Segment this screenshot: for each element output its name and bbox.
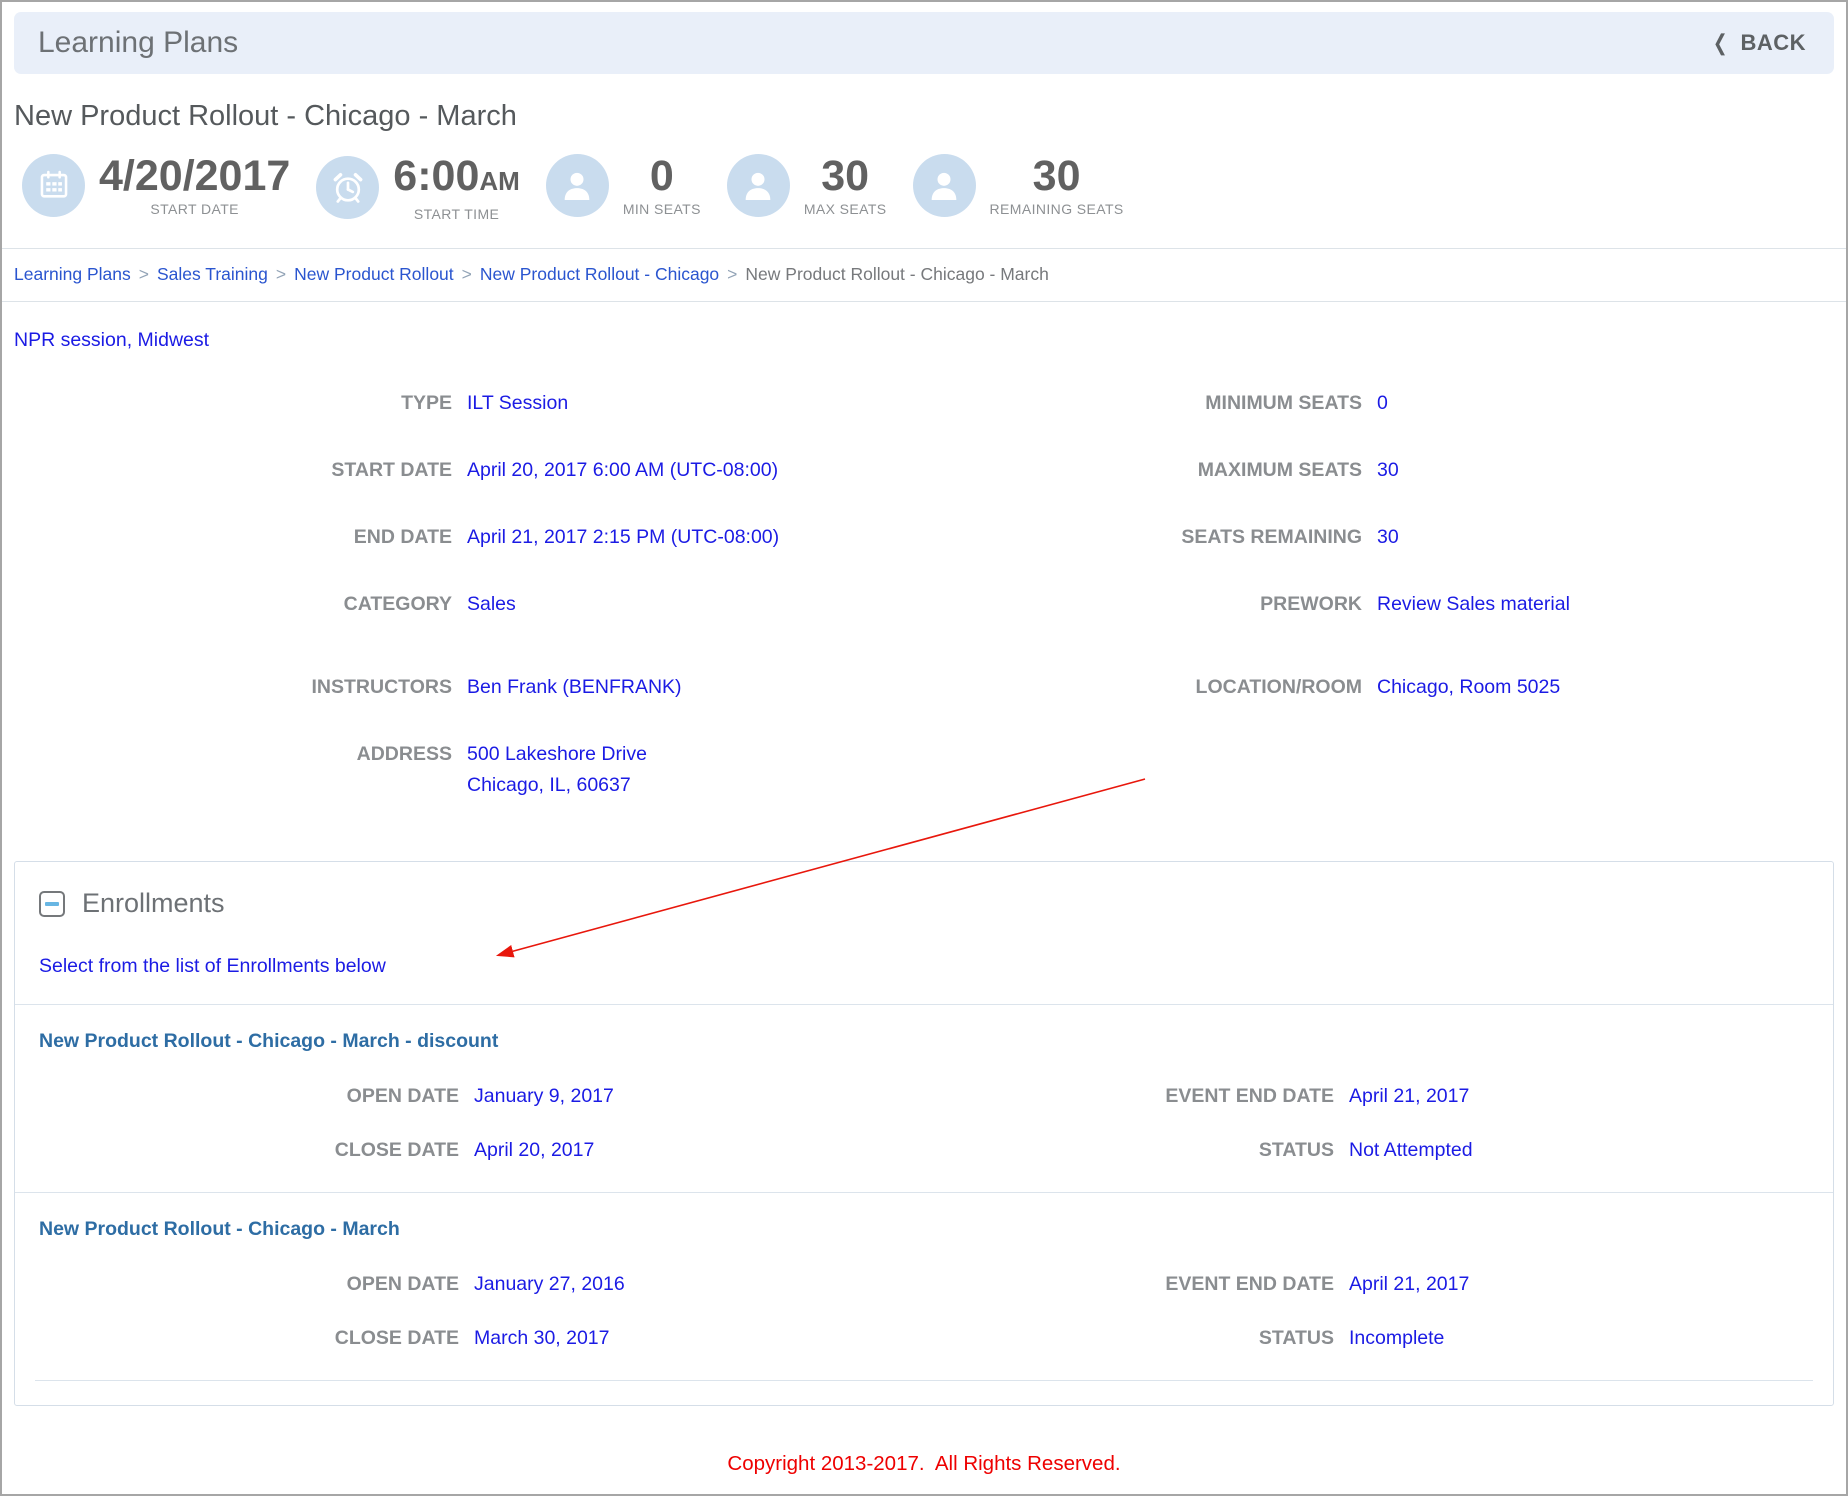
event-end-date-value: April 21, 2017 bbox=[1349, 1085, 1470, 1107]
open-date-label: OPEN DATE bbox=[346, 1085, 459, 1107]
detail-minimum-seats: MINIMUM SEATS 0 bbox=[1205, 392, 1388, 414]
enrollment-title-link[interactable]: New Product Rollout - Chicago - March bbox=[39, 1218, 400, 1241]
alarm-clock-icon bbox=[316, 156, 380, 219]
enrollment-title-link[interactable]: New Product Rollout - Chicago - March - … bbox=[39, 1030, 498, 1053]
min-seats-value: 0 bbox=[649, 152, 674, 200]
breadcrumb-link-sales-training[interactable]: Sales Training bbox=[157, 264, 268, 285]
detail-prework: PREWORK Review Sales material bbox=[1260, 593, 1570, 615]
remaining-seats-label: REMAINING SEATS bbox=[989, 201, 1124, 217]
status-value: Incomplete bbox=[1349, 1327, 1445, 1349]
collapse-section-icon[interactable] bbox=[39, 890, 65, 917]
max-seats-label: MAX SEATS bbox=[803, 201, 887, 217]
detail-end-date: END DATE April 21, 2017 2:15 PM (UTC-08:… bbox=[353, 526, 780, 548]
stat-max-seats: 30 MAX SEATS bbox=[726, 152, 887, 217]
open-date-value: January 9, 2017 bbox=[474, 1085, 614, 1107]
breadcrumb-separator: > bbox=[275, 264, 287, 284]
back-chevron-icon: ❮ bbox=[1712, 30, 1728, 55]
header-bar: Learning Plans ❮ BACK bbox=[14, 12, 1834, 74]
close-date-value: April 20, 2017 bbox=[474, 1139, 595, 1161]
close-date-label: CLOSE DATE bbox=[334, 1139, 459, 1161]
enrollments-panel: Enrollments Select from the list of Enro… bbox=[14, 861, 1834, 1406]
copyright-text: Copyright 2013-2017. All Rights Reserved… bbox=[727, 1452, 1121, 1475]
detail-type: TYPE ILT Session bbox=[401, 392, 569, 414]
person-icon bbox=[545, 153, 609, 217]
status-label: STATUS bbox=[1258, 1327, 1334, 1349]
breadcrumb: Learning Plans > Sales Training > New Pr… bbox=[2, 249, 1846, 301]
detail-address: ADDRESS 500 Lakeshore Drive Chicago, IL,… bbox=[356, 743, 647, 796]
event-end-date-value: April 21, 2017 bbox=[1349, 1273, 1470, 1295]
close-date-value: March 30, 2017 bbox=[474, 1327, 610, 1349]
stat-min-seats: 0 MIN SEATS bbox=[545, 152, 701, 217]
stat-start-time: 6:00AM START TIME bbox=[316, 153, 520, 222]
enrollment-item: New Product Rollout - Chicago - March - … bbox=[15, 1005, 1833, 1192]
start-time-suffix: AM bbox=[479, 166, 520, 196]
session-description: NPR session, Midwest bbox=[14, 329, 210, 351]
detail-instructors: INSTRUCTORS Ben Frank (BENFRANK) bbox=[311, 676, 682, 698]
enrollments-header: Enrollments bbox=[15, 862, 1833, 919]
back-button[interactable]: ❮ BACK bbox=[1711, 30, 1806, 56]
start-time-label: START TIME bbox=[413, 206, 500, 222]
open-date-label: OPEN DATE bbox=[346, 1273, 459, 1295]
start-time-value: 6:00AM bbox=[393, 152, 520, 200]
person-icon bbox=[726, 153, 790, 217]
breadcrumb-separator: > bbox=[138, 264, 149, 284]
detail-start-date: START DATE April 20, 2017 6:00 AM (UTC-0… bbox=[331, 459, 779, 481]
enrollment-item: New Product Rollout - Chicago - March OP… bbox=[15, 1193, 1833, 1380]
detail-location-room: LOCATION/ROOM Chicago, Room 5025 bbox=[1195, 676, 1561, 698]
breadcrumb-separator: > bbox=[727, 264, 738, 284]
stats-row: 4/20/2017 START DATE 6:00AM START TIME 0… bbox=[22, 153, 1846, 222]
person-icon bbox=[912, 153, 976, 217]
start-date-value: 4/20/2017 bbox=[99, 152, 291, 200]
page-title: New Product Rollout - Chicago - March bbox=[14, 100, 517, 132]
status-label: STATUS bbox=[1258, 1139, 1334, 1161]
detail-category: CATEGORY Sales bbox=[343, 593, 516, 615]
event-end-date-label: EVENT END DATE bbox=[1165, 1085, 1334, 1107]
max-seats-value: 30 bbox=[821, 152, 870, 200]
open-date-value: January 27, 2016 bbox=[474, 1273, 625, 1295]
status-value: Not Attempted bbox=[1349, 1139, 1473, 1161]
learning-plans-page: Learning Plans ❮ BACK New Product Rollou… bbox=[0, 0, 1848, 1496]
back-button-label: BACK bbox=[1740, 30, 1806, 55]
event-end-date-label: EVENT END DATE bbox=[1165, 1273, 1334, 1295]
enrollments-instruction: Select from the list of Enrollments belo… bbox=[39, 955, 386, 977]
detail-maximum-seats: MAXIMUM SEATS 30 bbox=[1197, 459, 1399, 481]
stat-start-date: 4/20/2017 START DATE bbox=[22, 153, 290, 217]
minus-icon bbox=[45, 901, 59, 906]
breadcrumb-link-new-product-rollout[interactable]: New Product Rollout bbox=[294, 264, 454, 285]
stat-remaining-seats: 30 REMAINING SEATS bbox=[912, 152, 1124, 217]
divider bbox=[2, 301, 1846, 302]
calendar-icon bbox=[22, 153, 85, 217]
breadcrumb-separator: > bbox=[461, 264, 472, 284]
breadcrumb-current: New Product Rollout - Chicago - March bbox=[745, 264, 1049, 284]
session-details: TYPE ILT Session START DATE April 20, 20… bbox=[2, 388, 1846, 837]
min-seats-label: MIN SEATS bbox=[622, 201, 701, 217]
detail-seats-remaining: SEATS REMAINING 30 bbox=[1181, 526, 1399, 548]
breadcrumb-link-new-product-rollout-chicago[interactable]: New Product Rollout - Chicago bbox=[480, 264, 719, 285]
enrollments-title: Enrollments bbox=[82, 888, 225, 918]
close-date-label: CLOSE DATE bbox=[334, 1327, 459, 1349]
breadcrumb-link-learning-plans[interactable]: Learning Plans bbox=[14, 264, 131, 285]
app-title: Learning Plans bbox=[38, 26, 239, 59]
start-date-label: START DATE bbox=[150, 201, 239, 217]
remaining-seats-value: 30 bbox=[1032, 152, 1081, 200]
